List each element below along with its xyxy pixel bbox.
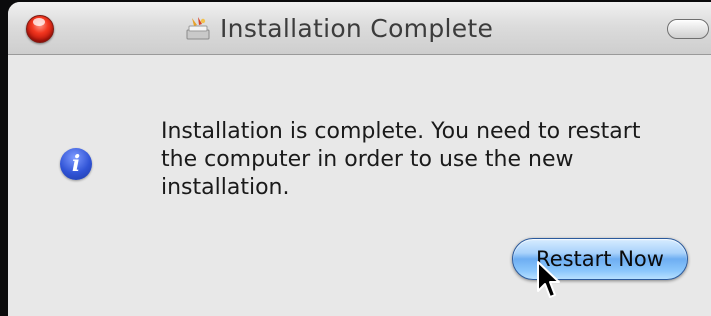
package-installer-icon	[186, 17, 210, 40]
info-icon: i	[60, 148, 92, 180]
window-title: Installation Complete	[220, 13, 494, 43]
close-window-button[interactable]	[26, 15, 54, 43]
toolbar-toggle-button[interactable]	[667, 19, 709, 39]
installer-window: Installation Complete i Installation is …	[8, 2, 711, 316]
restart-now-button[interactable]: Restart Now	[512, 238, 688, 280]
title-bar[interactable]: Installation Complete	[8, 2, 711, 55]
dialog-message: Installation is complete. You need to re…	[161, 119, 641, 200]
window-title-group: Installation Complete	[184, 10, 493, 46]
